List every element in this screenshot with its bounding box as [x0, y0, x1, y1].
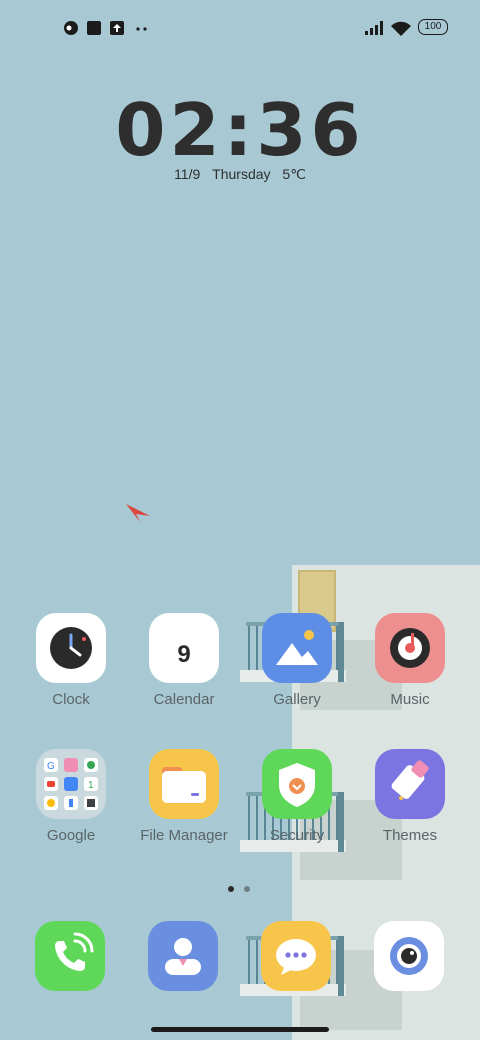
google-folder-icon: G 1 — [36, 749, 106, 819]
app-label: File Manager — [140, 827, 228, 844]
app-label: Google — [46, 827, 96, 844]
app-label: Music — [390, 691, 430, 708]
day-text: Thursday — [212, 166, 271, 182]
calendar-icon: 9 — [149, 613, 219, 683]
app-calendar[interactable]: 9 Calendar — [129, 613, 239, 708]
app-notification-icon — [64, 21, 78, 35]
contacts-icon — [148, 921, 218, 991]
temperature-text: 5℃ — [282, 166, 306, 182]
dock-phone[interactable] — [35, 921, 105, 991]
app-clock[interactable]: Clock — [16, 613, 126, 708]
app-label: Clock — [52, 691, 90, 708]
page-indicator[interactable] — [228, 879, 260, 897]
paper-plane-decoration — [126, 504, 150, 522]
themes-icon — [375, 749, 445, 819]
app-label: Gallery — [273, 691, 321, 708]
dock-messages[interactable] — [261, 921, 331, 991]
date-weather[interactable]: 11/9 Thursday 5℃ — [0, 166, 480, 183]
app-file-manager[interactable]: File Manager — [129, 749, 239, 844]
upload-icon — [110, 21, 124, 35]
music-icon — [375, 613, 445, 683]
dock-camera[interactable] — [374, 921, 444, 991]
file-manager-icon — [149, 749, 219, 819]
gallery-icon — [262, 613, 332, 683]
date-text: 11/9 — [174, 166, 201, 182]
dock-contacts[interactable] — [148, 921, 218, 991]
battery-indicator: 100 — [418, 19, 448, 35]
square-notification-icon — [87, 21, 101, 35]
status-bar: 100 — [0, 18, 480, 40]
more-notifications-icon — [136, 27, 147, 31]
svg-text:1: 1 — [88, 780, 94, 791]
app-label: Security — [269, 827, 325, 844]
home-gesture-bar[interactable] — [151, 1027, 329, 1032]
security-icon — [262, 749, 332, 819]
page-dot-active[interactable] — [228, 886, 234, 892]
page-dot[interactable] — [244, 886, 250, 892]
app-themes[interactable]: Themes — [355, 749, 465, 844]
phone-icon — [35, 921, 105, 991]
app-label: Calendar — [153, 691, 215, 708]
app-label: Themes — [382, 827, 438, 844]
clock-time[interactable]: 02:36 — [0, 88, 480, 172]
signal-icon — [365, 21, 383, 35]
app-security[interactable]: Security — [242, 749, 352, 844]
svg-text:G: G — [47, 761, 55, 772]
app-gallery[interactable]: Gallery — [242, 613, 352, 708]
calendar-day: 9 — [177, 641, 191, 668]
folder-google[interactable]: G 1 Google — [16, 749, 126, 844]
messages-icon — [261, 921, 331, 991]
camera-icon — [374, 921, 444, 991]
clock-icon — [36, 613, 106, 683]
wifi-icon — [391, 21, 411, 36]
app-music[interactable]: Music — [355, 613, 465, 708]
